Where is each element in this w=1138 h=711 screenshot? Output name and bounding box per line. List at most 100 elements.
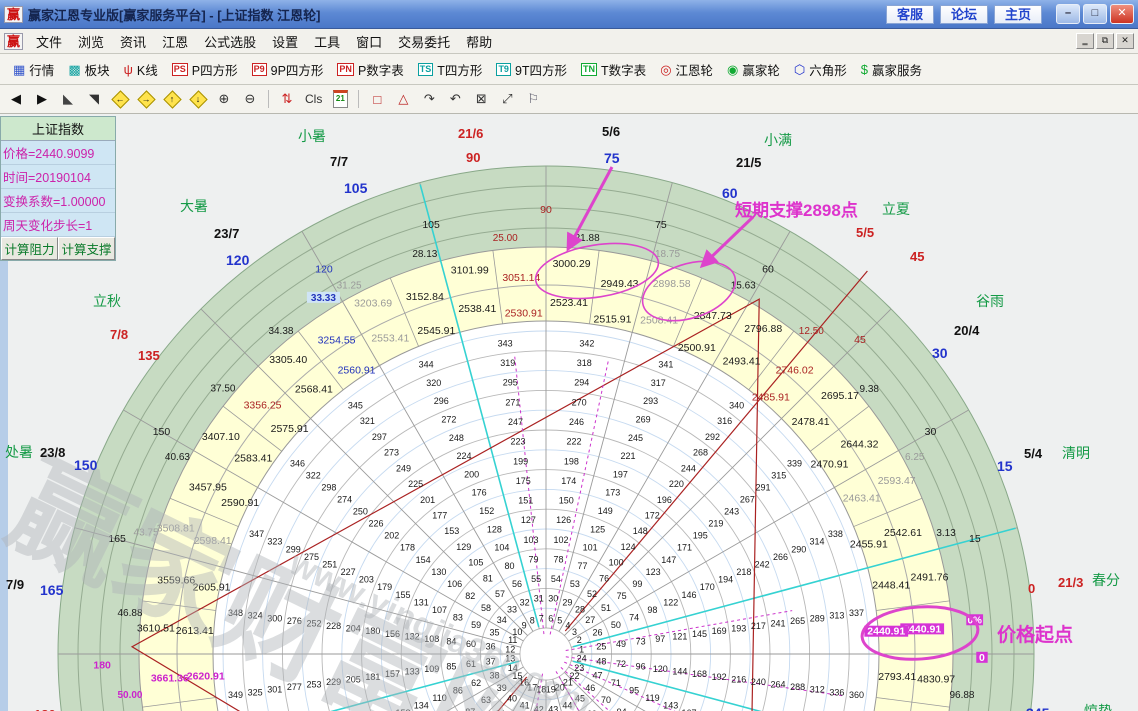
triangle-tool-button[interactable]: △: [395, 90, 411, 108]
svg-text:3254.55: 3254.55: [318, 335, 356, 347]
svg-text:265: 265: [790, 616, 805, 626]
calc-resistance-button[interactable]: 计算阻力: [1, 237, 58, 260]
close-button[interactable]: ✕: [1110, 4, 1134, 24]
9p-square-button[interactable]: P99P四方形: [245, 60, 331, 79]
svg-text:251: 251: [322, 559, 337, 569]
minimize-button[interactable]: –: [1056, 4, 1080, 24]
price-field[interactable]: 价格=2440.9099: [1, 141, 115, 165]
toolbar-separator: [358, 90, 359, 108]
svg-text:246: 246: [569, 417, 584, 427]
p-table-button[interactable]: PNP数字表: [330, 60, 410, 79]
svg-text:199: 199: [513, 456, 528, 466]
zoom-in-button[interactable]: ⊕: [216, 90, 232, 108]
svg-text:120: 120: [653, 664, 668, 674]
forum-button[interactable]: 论坛: [940, 5, 988, 24]
menu-交易委托[interactable]: 交易委托: [390, 30, 458, 53]
sectors-button[interactable]: ▩板块: [61, 60, 116, 79]
svg-text:2448.41: 2448.41: [872, 579, 910, 591]
home-button[interactable]: 主页: [994, 5, 1042, 24]
date-field[interactable]: 时间=20190104: [1, 165, 115, 189]
t-square-button[interactable]: TST四方形: [411, 60, 490, 79]
svg-text:195: 195: [693, 531, 708, 541]
wheel-outer-label: 处暑: [5, 442, 33, 462]
fit-button[interactable]: ⤢: [499, 90, 515, 108]
svg-text:268: 268: [693, 448, 708, 458]
t-table-button[interactable]: TNT数字表: [574, 60, 653, 79]
svg-text:360: 360: [849, 690, 864, 700]
svg-text:346: 346: [290, 458, 305, 468]
forward-button[interactable]: ▶: [34, 90, 50, 108]
rotate-ccw-button[interactable]: ↶: [447, 90, 463, 108]
flag-button[interactable]: ⚐: [525, 90, 541, 108]
pan-down-button[interactable]: ↓: [190, 90, 206, 108]
svg-text:3508.81: 3508.81: [157, 522, 195, 534]
cls-button[interactable]: Cls: [305, 90, 322, 108]
gann-wheel-button[interactable]: ◎江恩轮: [653, 60, 720, 79]
tool-glyph: ⇅: [282, 91, 293, 107]
menu-设置[interactable]: 设置: [264, 30, 306, 53]
svg-text:27: 27: [585, 615, 595, 625]
svg-text:290: 290: [791, 544, 806, 554]
svg-text:338: 338: [828, 529, 843, 539]
rect-tool-button[interactable]: □: [369, 90, 385, 108]
wheel-outer-label: 23/8: [40, 445, 65, 460]
PS-badge: PS: [172, 63, 188, 76]
winner-wheel-button[interactable]: ◉赢家轮: [720, 60, 787, 79]
pointer-right-icon[interactable]: ◥: [86, 90, 102, 108]
back-button[interactable]: ◀: [8, 90, 24, 108]
menu-资讯[interactable]: 资讯: [112, 30, 154, 53]
winner-service-button[interactable]: $赢家服务: [854, 60, 929, 79]
svg-text:82: 82: [465, 591, 475, 601]
kline-button[interactable]: ψK线: [117, 60, 165, 79]
svg-text:317: 317: [651, 378, 666, 388]
menu-文件[interactable]: 文件: [28, 30, 70, 53]
P9-badge: P9: [252, 63, 267, 76]
menu-公式选股[interactable]: 公式选股: [196, 30, 264, 53]
svg-text:218: 218: [736, 567, 751, 577]
pan-up-button[interactable]: ↑: [164, 90, 180, 108]
menu-浏览[interactable]: 浏览: [70, 30, 112, 53]
maximize-button[interactable]: □: [1083, 4, 1107, 24]
svg-text:18.75: 18.75: [655, 249, 680, 260]
svg-text:4830.97: 4830.97: [917, 674, 955, 686]
toolbar-label: P数字表: [358, 60, 404, 79]
svg-text:127: 127: [521, 515, 536, 525]
p-square-button[interactable]: PSP四方形: [165, 60, 245, 79]
menu-帮助[interactable]: 帮助: [458, 30, 500, 53]
tool-glyph: ↶: [450, 91, 461, 107]
svg-text:174: 174: [561, 476, 576, 486]
gann-wheel-chart[interactable]: 1234567891011121314151617181920212223242…: [0, 114, 1138, 711]
svg-text:179: 179: [377, 582, 392, 592]
calc-support-button[interactable]: 计算支撑: [58, 237, 115, 260]
svg-text:316: 316: [717, 416, 732, 426]
pan-left-button[interactable]: ←: [112, 90, 128, 108]
9t-square-button[interactable]: T99T四方形: [489, 60, 574, 79]
menu-江恩[interactable]: 江恩: [154, 30, 196, 53]
svg-text:71: 71: [611, 678, 621, 688]
menu-窗口[interactable]: 窗口: [348, 30, 390, 53]
svg-text:344: 344: [419, 360, 434, 370]
pointer-left-icon[interactable]: ◣: [60, 90, 76, 108]
mdi-close-button[interactable]: ✕: [1116, 33, 1134, 49]
hexagon-button[interactable]: ⬡六角形: [787, 60, 854, 79]
scale-factor-field[interactable]: 变换系数=1.00000: [1, 189, 115, 213]
svg-text:2583.41: 2583.41: [234, 452, 272, 464]
svg-text:180: 180: [93, 660, 111, 672]
svg-text:51: 51: [601, 603, 611, 613]
rotate-cw-button[interactable]: ↷: [421, 90, 437, 108]
step-field[interactable]: 周天变化步长=1: [1, 213, 115, 237]
updown-button[interactable]: ⇅: [279, 90, 295, 108]
calendar-button[interactable]: 21: [332, 90, 348, 108]
zoom-out-button[interactable]: ⊖: [242, 90, 258, 108]
mdi-minimize-button[interactable]: ‗: [1076, 33, 1094, 49]
svg-text:291: 291: [756, 482, 771, 492]
svg-text:2: 2: [577, 635, 582, 645]
svg-text:2793.41: 2793.41: [878, 671, 916, 683]
service-button[interactable]: 客服: [886, 5, 934, 24]
xbox-button[interactable]: ⊠: [473, 90, 489, 108]
quotes-button[interactable]: ▦行情: [6, 60, 61, 79]
mdi-restore-button[interactable]: ⧉: [1096, 33, 1114, 49]
drawing-toolbar: ◀ ▶ ◣ ◥ ← → ↑ ↓ ⊕ ⊖ ⇅ Cls 21 □ △ ↷ ↶ ⊠ ⤢ ⚐: [0, 85, 1138, 114]
pan-right-button[interactable]: →: [138, 90, 154, 108]
menu-工具[interactable]: 工具: [306, 30, 348, 53]
